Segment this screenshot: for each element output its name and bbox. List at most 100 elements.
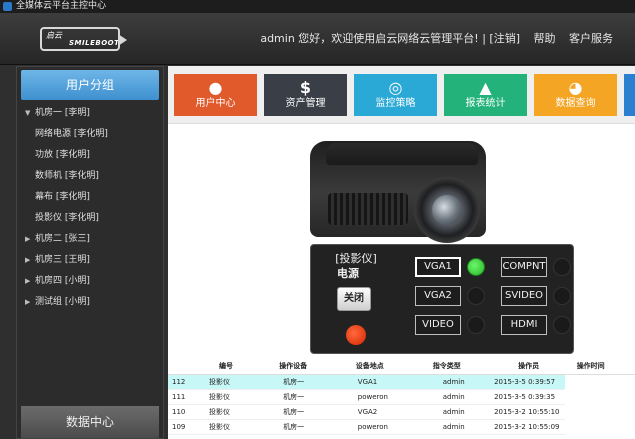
sidebar-title[interactable]: 用户分组: [21, 70, 159, 100]
tile-user[interactable]: ● 用户中心: [174, 74, 257, 116]
window-title: 全媒体云平台主控中心: [16, 1, 107, 11]
header: 启云 SMILEBOOT admin 您好，欢迎使用启云网络云管理平台! | […: [0, 13, 635, 65]
row-id-cell: 112: [168, 374, 190, 390]
sidebar-item-label: 机房二 [张三]: [35, 234, 90, 244]
nav-tiles: ● 用户中心 $ 资产管理 ◎ 监控策略 ▲ 报表统计 ◕ 数据查询: [168, 66, 635, 124]
logo[interactable]: 启云 SMILEBOOT: [40, 27, 127, 51]
sidebar-item[interactable]: 幕布 [李化明]: [17, 187, 163, 208]
table-cell: poweron: [331, 419, 407, 435]
table-cell: 2015-3-5 0:39:35: [482, 389, 565, 405]
status-led-icon: [467, 258, 485, 276]
device-label: [投影仪]: [335, 252, 377, 265]
app-icon: [3, 2, 12, 11]
tile-fingerprint[interactable]: ◎ 监控策略: [354, 74, 437, 116]
table-header-spacer: [168, 359, 190, 375]
table-cell: 投影仪: [189, 389, 260, 405]
status-led-icon: [553, 316, 571, 334]
table-row[interactable]: 112 投影仪 机房一 VGA1 admin 2015-3-5 0:39:57: [168, 374, 635, 390]
caret-right-icon: ▶: [25, 277, 31, 285]
source-button-vga1[interactable]: VGA1: [415, 257, 461, 277]
sidebar-item[interactable]: ▶ 机房四 [小明]: [17, 271, 163, 292]
power-status-icon: [346, 325, 366, 345]
help-link[interactable]: 帮助: [534, 32, 556, 45]
source-button-vga2[interactable]: VGA2: [415, 286, 461, 306]
sidebar-item[interactable]: ▶ 测试组 [小明]: [17, 292, 163, 313]
status-led-icon: [553, 287, 571, 305]
table-header-cell[interactable]: 操作员: [482, 359, 565, 375]
pie-icon: ◕: [568, 78, 583, 97]
table-cell: 投影仪: [189, 374, 260, 390]
log-table: 编号 操作设备 设备地点 指令类型 操作员 操作时间 112 投影仪 机房一 VGA1 admin…: [168, 359, 635, 439]
power-label: 电源: [337, 267, 359, 280]
tile-more[interactable]: [624, 74, 635, 116]
table-cell: VGA2: [331, 404, 407, 420]
welcome-text: admin 您好，欢迎使用启云网络云管理平台!: [260, 32, 479, 45]
table-cell: 2015-3-5 0:39:57: [482, 374, 565, 390]
sidebar-item-label: 测试组 [小明]: [35, 297, 90, 307]
table-cell: 机房一: [259, 389, 332, 405]
dollar-icon: $: [299, 78, 312, 97]
source-button-compnt[interactable]: COMPNT: [501, 257, 547, 277]
caret-right-icon: ▶: [25, 256, 31, 264]
caret-down-icon: ▼: [25, 109, 31, 117]
sidebar-item-label: 功放 [李化明]: [35, 150, 90, 160]
table-cell: admin: [406, 419, 483, 435]
logout-link[interactable]: [注销]: [489, 32, 520, 45]
sidebar-item[interactable]: 功放 [李化明]: [17, 145, 163, 166]
source-button-svideo[interactable]: SVIDEO: [501, 286, 547, 306]
source-button-hdmi[interactable]: HDMI: [501, 315, 547, 335]
caret-right-icon: ▶: [25, 235, 31, 243]
table-cell: poweron: [331, 389, 407, 405]
table-row[interactable]: 109 投影仪 机房一 poweron admin 2015-3-2 10:55:09: [168, 419, 635, 435]
fingerprint-icon: ◎: [388, 78, 403, 97]
table-header-cell[interactable]: 编号: [189, 359, 260, 375]
table-header-cell[interactable]: 操作时间: [564, 359, 635, 375]
sidebar-item[interactable]: 投影仪 [李化明]: [17, 208, 163, 229]
table-header-cell[interactable]: 设备地点: [331, 359, 407, 375]
logo-mark: 启云: [46, 31, 62, 40]
table-row[interactable]: 110 投影仪 机房一 VGA2 admin 2015-3-2 10:55:10: [168, 404, 635, 420]
table-header-row: 编号 操作设备 设备地点 指令类型 操作员 操作时间: [168, 359, 635, 375]
title-bar: 全媒体云平台主控中心: [0, 0, 635, 13]
tile-dollar[interactable]: $ 资产管理: [264, 74, 347, 116]
tile-chart[interactable]: ▲ 报表统计: [444, 74, 527, 116]
close-button[interactable]: 关闭: [337, 287, 371, 311]
sidebar-item-label: 机房三 [王明]: [35, 255, 90, 265]
table-cell: 机房一: [259, 404, 332, 420]
sidebar-item[interactable]: ▶ 机房二 [张三]: [17, 229, 163, 250]
main-content: ● 用户中心 $ 资产管理 ◎ 监控策略 ▲ 报表统计 ◕ 数据查询 [投影仪] 电源 关闭 VG…: [168, 66, 635, 439]
data-center-button[interactable]: 数据中心: [21, 406, 159, 438]
table-cell: 投影仪: [189, 404, 260, 420]
app-window: 全媒体云平台主控中心 启云 SMILEBOOT admin 您好，欢迎使用启云网…: [0, 0, 635, 439]
table-cell: 2015-3-2 10:55:09: [482, 419, 565, 435]
table-cell: 2015-3-2 10:55:10: [482, 404, 565, 420]
sidebar-item-label: 机房一 [李明]: [35, 108, 90, 118]
row-id-cell: 111: [168, 389, 190, 405]
tile-label: 资产管理: [285, 98, 326, 109]
table-cell: admin: [406, 374, 483, 390]
table-cell: admin: [406, 404, 483, 420]
sidebar-item[interactable]: 网络电源 [李化明]: [17, 124, 163, 145]
sidebar-item[interactable]: ▶ 机房三 [王明]: [17, 250, 163, 271]
tile-label: 用户中心: [195, 98, 236, 109]
chart-icon: ▲: [479, 78, 492, 97]
table-cell: 机房一: [259, 374, 332, 390]
service-link[interactable]: 客户服务: [569, 32, 613, 45]
table-cell: 机房一: [259, 419, 332, 435]
sidebar: 用户分组 ▼ 机房一 [李明] 网络电源 [李化明] 功放 [李化明] 数师机 [李化明…: [16, 66, 164, 439]
status-led-icon: [467, 316, 485, 334]
table-cell: 投影仪: [189, 419, 260, 435]
table-header-cell[interactable]: 指令类型: [406, 359, 483, 375]
table-row[interactable]: 111 投影仪 机房一 poweron admin 2015-3-5 0:39:35: [168, 389, 635, 405]
sidebar-item-label: 网络电源 [李化明]: [35, 129, 108, 139]
logo-arrow-icon: [118, 34, 127, 46]
logo-text: SMILEBOOT: [69, 39, 120, 47]
source-button-video[interactable]: VIDEO: [415, 315, 461, 335]
status-led-icon: [467, 287, 485, 305]
sidebar-item[interactable]: 数师机 [李化明]: [17, 166, 163, 187]
tile-pie[interactable]: ◕ 数据查询: [534, 74, 617, 116]
sidebar-item[interactable]: ▼ 机房一 [李明]: [17, 103, 163, 124]
table-header-cell[interactable]: 操作设备: [259, 359, 332, 375]
sidebar-list: ▼ 机房一 [李明] 网络电源 [李化明] 功放 [李化明] 数师机 [李化明] 幕布 […: [17, 103, 163, 313]
sidebar-item-label: 投影仪 [李化明]: [35, 213, 99, 223]
